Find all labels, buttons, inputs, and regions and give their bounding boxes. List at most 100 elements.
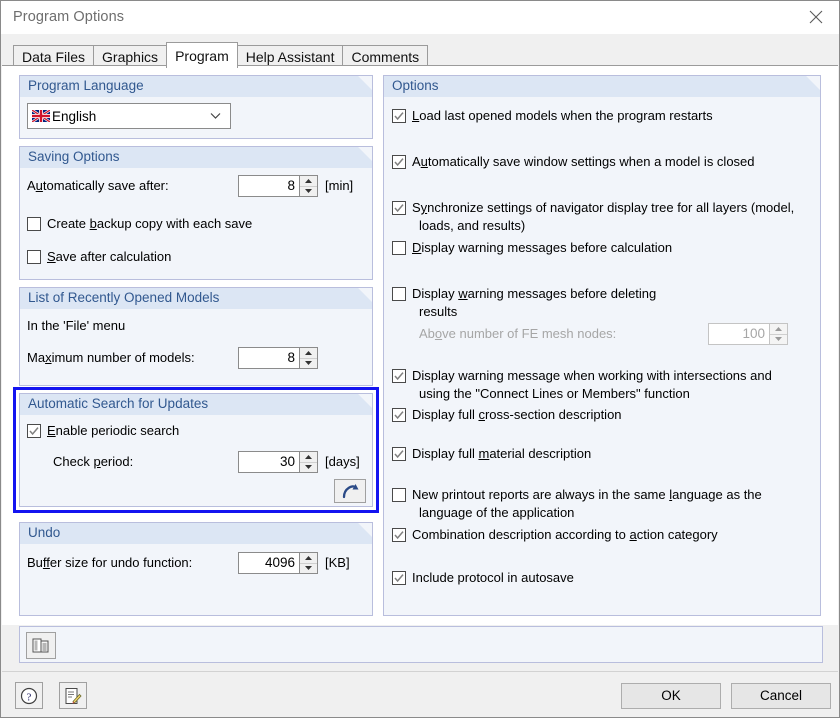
backup-copy-label: Create backup copy with each save	[47, 216, 253, 231]
help-question-icon: ?	[20, 687, 38, 704]
stepper-down[interactable]	[300, 187, 317, 197]
refresh-arrow-icon	[342, 484, 359, 499]
stepper-down[interactable]	[300, 564, 317, 574]
caret-down-icon	[775, 337, 782, 342]
close-icon	[809, 10, 823, 24]
checkmark-icon	[394, 531, 404, 540]
check-period-unit: [days]	[325, 454, 360, 469]
stepper-up[interactable]	[300, 176, 317, 187]
undo-buffer-value: 4096	[264, 555, 295, 570]
option-label-1: Automatically save window settings when …	[412, 154, 755, 169]
option-label-8: New printout reports are always in the s…	[412, 487, 762, 502]
edit-note-button[interactable]	[59, 682, 87, 709]
option-checkbox-2[interactable]	[392, 201, 406, 215]
fe-mesh-nodes-value: 100	[742, 326, 765, 341]
group-header: List of Recently Opened Models	[20, 288, 372, 309]
option-label-4: Display warning messages before deleting	[412, 286, 657, 301]
group-saving-options: Saving Options Automatically save after:…	[19, 146, 373, 280]
check-period-stepper[interactable]: 30	[238, 451, 318, 473]
clipboard-copy-button[interactable]	[26, 632, 56, 659]
language-value: English	[52, 108, 97, 124]
group-automatic-search-for-updates: Automatic Search for Updates Enable peri…	[19, 393, 373, 507]
option-checkbox-10[interactable]	[392, 571, 406, 585]
group-recent-models: List of Recently Opened Models In the 'F…	[19, 287, 373, 386]
option-label-0: Load last opened models when the program…	[412, 108, 713, 123]
stepper-down[interactable]	[770, 335, 787, 345]
enable-periodic-search-checkbox[interactable]	[27, 424, 41, 438]
undo-buffer-label: Buffer size for undo function:	[27, 555, 193, 570]
backup-copy-checkbox[interactable]	[27, 217, 41, 231]
program-options-dialog: Program Options Data Files Graphics Prog…	[0, 0, 840, 718]
tab-comments[interactable]: Comments	[342, 45, 429, 67]
caret-up-icon	[305, 178, 312, 183]
autosave-minutes-value: 8	[287, 178, 295, 193]
checkmark-icon	[394, 158, 404, 167]
stepper-up[interactable]	[300, 553, 317, 564]
chevron-down-icon	[210, 113, 221, 119]
option-checkbox-0[interactable]	[392, 109, 406, 123]
check-period-value: 30	[279, 454, 295, 469]
max-models-label: Maximum number of models:	[27, 350, 195, 365]
option-checkbox-3[interactable]	[392, 241, 406, 255]
stepper-down[interactable]	[300, 359, 317, 369]
group-header: Undo	[20, 523, 372, 544]
stepper-down[interactable]	[300, 463, 317, 473]
option-label-10: Include protocol in autosave	[412, 570, 574, 585]
stepper-buttons[interactable]	[299, 348, 317, 368]
group-title: Program Language	[28, 78, 144, 93]
group-title: Options	[392, 78, 439, 93]
option-checkbox-4[interactable]	[392, 287, 406, 301]
save-after-calculation-checkbox[interactable]	[27, 250, 41, 264]
checkmark-icon	[394, 112, 404, 121]
option-checkbox-1[interactable]	[392, 155, 406, 169]
checkmark-icon	[394, 372, 404, 381]
tab-graphics[interactable]: Graphics	[93, 45, 168, 67]
caret-down-icon	[305, 189, 312, 194]
option-checkbox-6[interactable]	[392, 408, 406, 422]
checkmark-icon	[394, 574, 404, 583]
option-label-6: Display full cross-section description	[412, 407, 622, 422]
stepper-buttons[interactable]	[769, 324, 787, 344]
fe-mesh-nodes-stepper[interactable]: 100	[708, 323, 788, 345]
stepper-buttons[interactable]	[299, 176, 317, 196]
caret-up-icon	[305, 350, 312, 355]
group-header-shape	[20, 523, 372, 544]
close-button[interactable]	[793, 1, 839, 33]
option-checkbox-5[interactable]	[392, 369, 406, 383]
language-combobox[interactable]: English	[27, 103, 231, 129]
tab-help-assistant[interactable]: Help Assistant	[236, 45, 344, 67]
tab-strip: Data Files Graphics Program Help Assista…	[1, 34, 839, 68]
autosave-unit: [min]	[325, 178, 354, 193]
tab-data-files[interactable]: Data Files	[13, 45, 95, 67]
caret-up-icon	[775, 326, 782, 331]
uk-flag-icon	[32, 110, 50, 122]
cancel-button[interactable]: Cancel	[731, 683, 831, 709]
group-title: Automatic Search for Updates	[28, 396, 209, 411]
option-checkbox-8[interactable]	[392, 488, 406, 502]
stepper-up[interactable]	[770, 324, 787, 335]
stepper-up[interactable]	[300, 348, 317, 359]
option-label-4-line2: results	[419, 304, 458, 319]
stepper-buttons[interactable]	[299, 553, 317, 573]
caret-down-icon	[305, 566, 312, 571]
search-updates-now-button[interactable]	[334, 479, 366, 503]
option-label-5-line2: using the "Connect Lines or Members" fun…	[419, 386, 690, 401]
tab-program[interactable]: Program	[166, 42, 238, 68]
option-checkbox-7[interactable]	[392, 447, 406, 461]
autosave-minutes-stepper[interactable]: 8	[238, 175, 318, 197]
checkmark-icon	[394, 204, 404, 213]
ok-button[interactable]: OK	[621, 683, 721, 709]
max-models-value: 8	[287, 350, 295, 365]
stepper-buttons[interactable]	[299, 452, 317, 472]
clipboard-copy-icon	[32, 638, 49, 652]
group-header: Options	[384, 76, 820, 97]
file-menu-note: In the 'File' menu	[27, 318, 126, 333]
svg-text:?: ?	[27, 691, 32, 703]
option-label-7: Display full material description	[412, 446, 592, 461]
max-models-stepper[interactable]: 8	[238, 347, 318, 369]
bottom-tool-strip	[19, 626, 823, 663]
stepper-up[interactable]	[300, 452, 317, 463]
undo-buffer-stepper[interactable]: 4096	[238, 552, 318, 574]
help-button[interactable]: ?	[15, 682, 43, 709]
option-checkbox-9[interactable]	[392, 528, 406, 542]
